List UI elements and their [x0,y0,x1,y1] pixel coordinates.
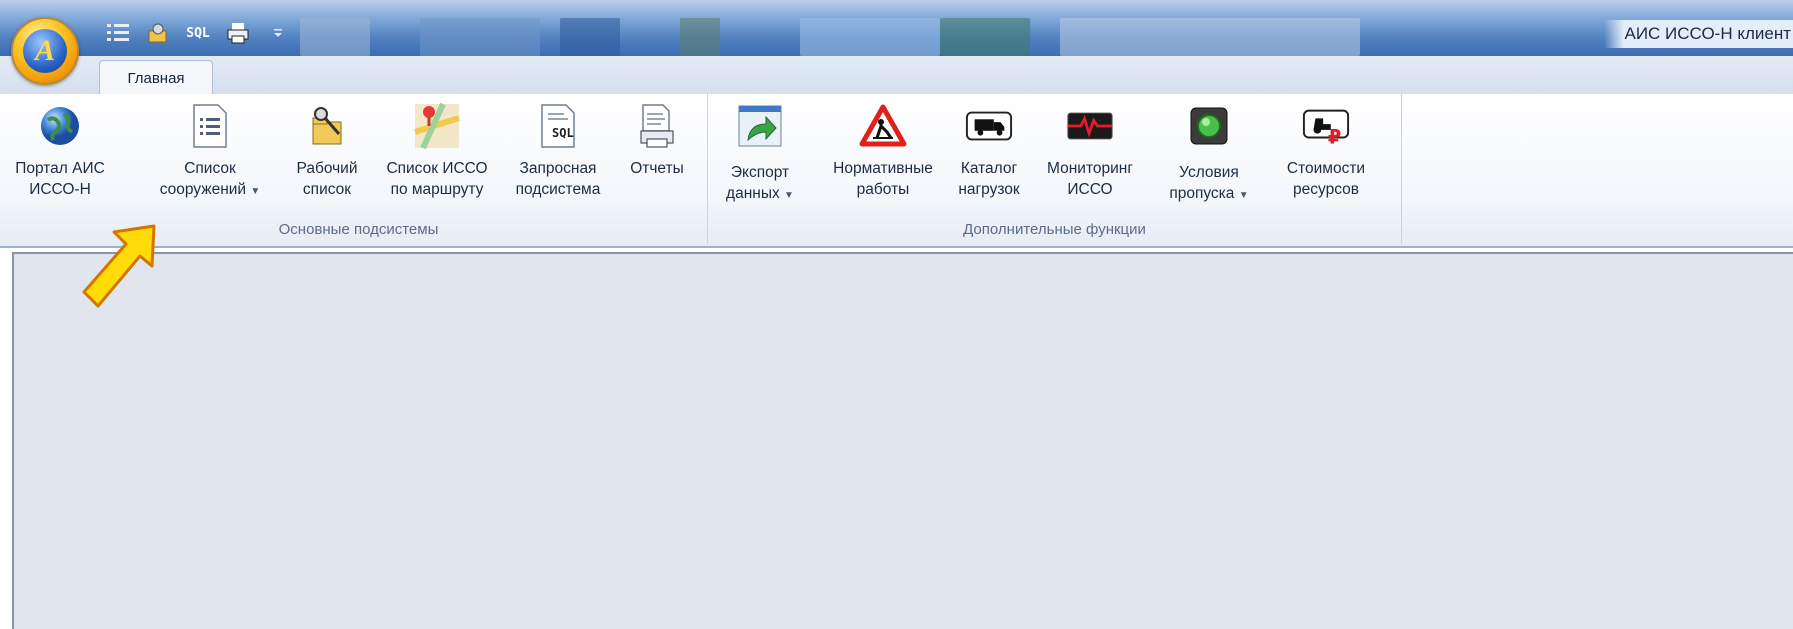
query-subsystem-label: Запросная подсистема [515,160,601,198]
loads-catalog-button[interactable]: Каталог нагрузок [948,102,1030,220]
worklist-label: Рабочий список [296,160,358,198]
portal-label: Портал АИС ИССО-Н [15,160,105,198]
chevron-down-icon: ▼ [250,186,261,197]
globe-icon [36,102,84,150]
group-additional-functions: Экспорт данных ▼ Нормативные работы Катало… [708,94,1402,244]
pointer-arrow-icon [82,222,162,318]
structures-list-label: Список сооружений ▼ [159,160,261,198]
title-decoration [1060,18,1360,56]
group-label-additional: Дополнительные функции [963,221,1146,238]
normative-works-button[interactable]: Нормативные работы [823,102,943,220]
window-title: АИС ИССО-Н клиент [1604,20,1793,48]
sql-icon-text: SQL [186,25,210,41]
worklist-button[interactable]: Рабочий список [282,102,372,220]
title-decoration [300,18,370,56]
customize-dropdown-icon[interactable] [265,20,291,46]
list-icon[interactable] [105,20,131,46]
tractor-ruble-icon: ₽ [1302,102,1350,150]
report-print-icon [633,102,681,150]
title-decoration [800,18,940,56]
route-structures-button[interactable]: Список ИССО по маршруту [372,102,502,220]
tools-folder-icon [303,102,351,150]
title-decoration [560,18,620,56]
monitoring-button[interactable]: Мониторинг ИССО [1035,102,1145,220]
export-arrow-icon [736,102,784,150]
normative-works-label: Нормативные работы [833,160,933,198]
title-decoration [940,18,1030,56]
route-structures-label: Список ИССО по маршруту [386,160,488,198]
resource-costs-label: Стоимости ресурсов [1286,160,1366,198]
query-subsystem-button[interactable]: SQL Запросная подсистема [503,102,613,220]
passage-conditions-button[interactable]: Условия пропуска ▼ [1156,102,1262,220]
heartbeat-monitor-icon [1066,102,1114,150]
loads-catalog-label: Каталог нагрузок [958,160,1020,198]
export-data-button[interactable]: Экспорт данных ▼ [710,102,810,220]
svg-text:₽: ₽ [1328,125,1341,146]
sql-document-icon: SQL [534,102,582,150]
quick-access-toolbar: SQL [105,20,291,46]
structures-list-button[interactable]: Список сооружений ▼ [145,102,275,220]
green-light-icon [1185,102,1233,150]
reports-button[interactable]: Отчеты [617,102,697,220]
ribbon: Портал АИС ИССО-Н Список сооружений ▼ Рабо… [0,94,1793,248]
map-pin-icon [413,102,461,150]
truck-icon [965,102,1013,150]
printer-icon[interactable] [225,20,251,46]
passage-conditions-label: Условия пропуска ▼ [1169,164,1249,202]
resource-costs-button[interactable]: ₽ Стоимости ресурсов [1274,102,1378,220]
export-data-label: Экспорт данных ▼ [726,164,794,202]
chevron-down-icon: ▼ [1238,190,1249,201]
document-list-icon [186,102,234,150]
monitoring-label: Мониторинг ИССО [1047,160,1133,198]
ribbon-tab-strip: Главная [0,56,1793,95]
reports-label: Отчеты [630,160,684,177]
worklist-icon[interactable] [145,20,171,46]
road-works-sign-icon [859,102,907,150]
svg-text:SQL: SQL [552,126,574,140]
portal-button[interactable]: Портал АИС ИССО-Н [10,102,110,220]
main-workspace[interactable] [12,252,1793,629]
title-decoration [420,18,540,56]
app-logo-icon: A [23,29,67,73]
chevron-down-icon: ▼ [784,190,794,201]
application-menu-button[interactable]: A [11,17,79,85]
title-decoration [680,18,720,56]
tab-home[interactable]: Главная [99,60,213,95]
sql-icon[interactable]: SQL [185,20,211,46]
